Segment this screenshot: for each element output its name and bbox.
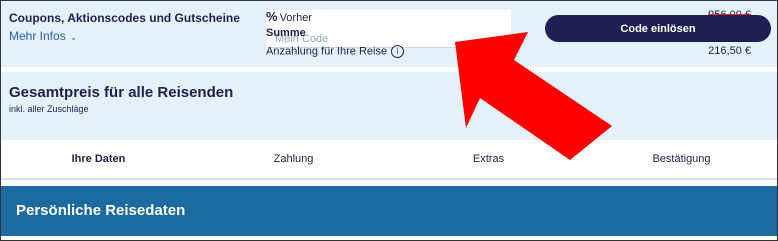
step-ihre-daten[interactable]: Ihre Daten (1, 140, 196, 180)
price-row-before: % Vorher 956,00 € (266, 9, 751, 24)
price-row-value: 216,50 € (708, 45, 751, 57)
step-bestaetigung[interactable]: Bestätigung (586, 140, 777, 180)
more-info-label: Mehr Infos (9, 29, 66, 43)
coupon-title: Coupons, Aktionscodes und Gutscheine (9, 11, 240, 25)
price-row-label: Vorher (279, 12, 312, 24)
percent-icon: % (266, 9, 278, 24)
checkout-steps: Ihre Daten Zahlung Extras Bestätigung (1, 140, 777, 180)
price-subtitle: inkl. aller Zuschläge (9, 104, 89, 114)
chevron-down-icon: ⌄ (69, 32, 78, 42)
price-row-total: Summe 866,00 € (266, 27, 751, 39)
personal-data-banner: Persönliche Reisedaten (1, 186, 777, 236)
price-title: Gesamtpreis für alle Reisenden (9, 84, 234, 101)
price-summary: Gesamtpreis für alle Reisenden inkl. all… (1, 72, 777, 140)
step-zahlung[interactable]: Zahlung (196, 140, 391, 180)
price-row-value: 956,00 € (708, 9, 751, 21)
info-icon[interactable]: i (391, 45, 405, 58)
section-title: Persönliche Reisedaten (16, 202, 186, 219)
price-row-label: Summe (266, 27, 306, 39)
price-row-deposit: Anzahlung für Ihre Reise i 216,50 € (266, 45, 751, 58)
price-row-label: Anzahlung für Ihre Reise (266, 45, 388, 58)
more-info-link[interactable]: Mehr Infos ⌄ (9, 29, 77, 43)
price-row-value: 866,00 € (708, 27, 751, 39)
step-extras[interactable]: Extras (391, 140, 586, 180)
